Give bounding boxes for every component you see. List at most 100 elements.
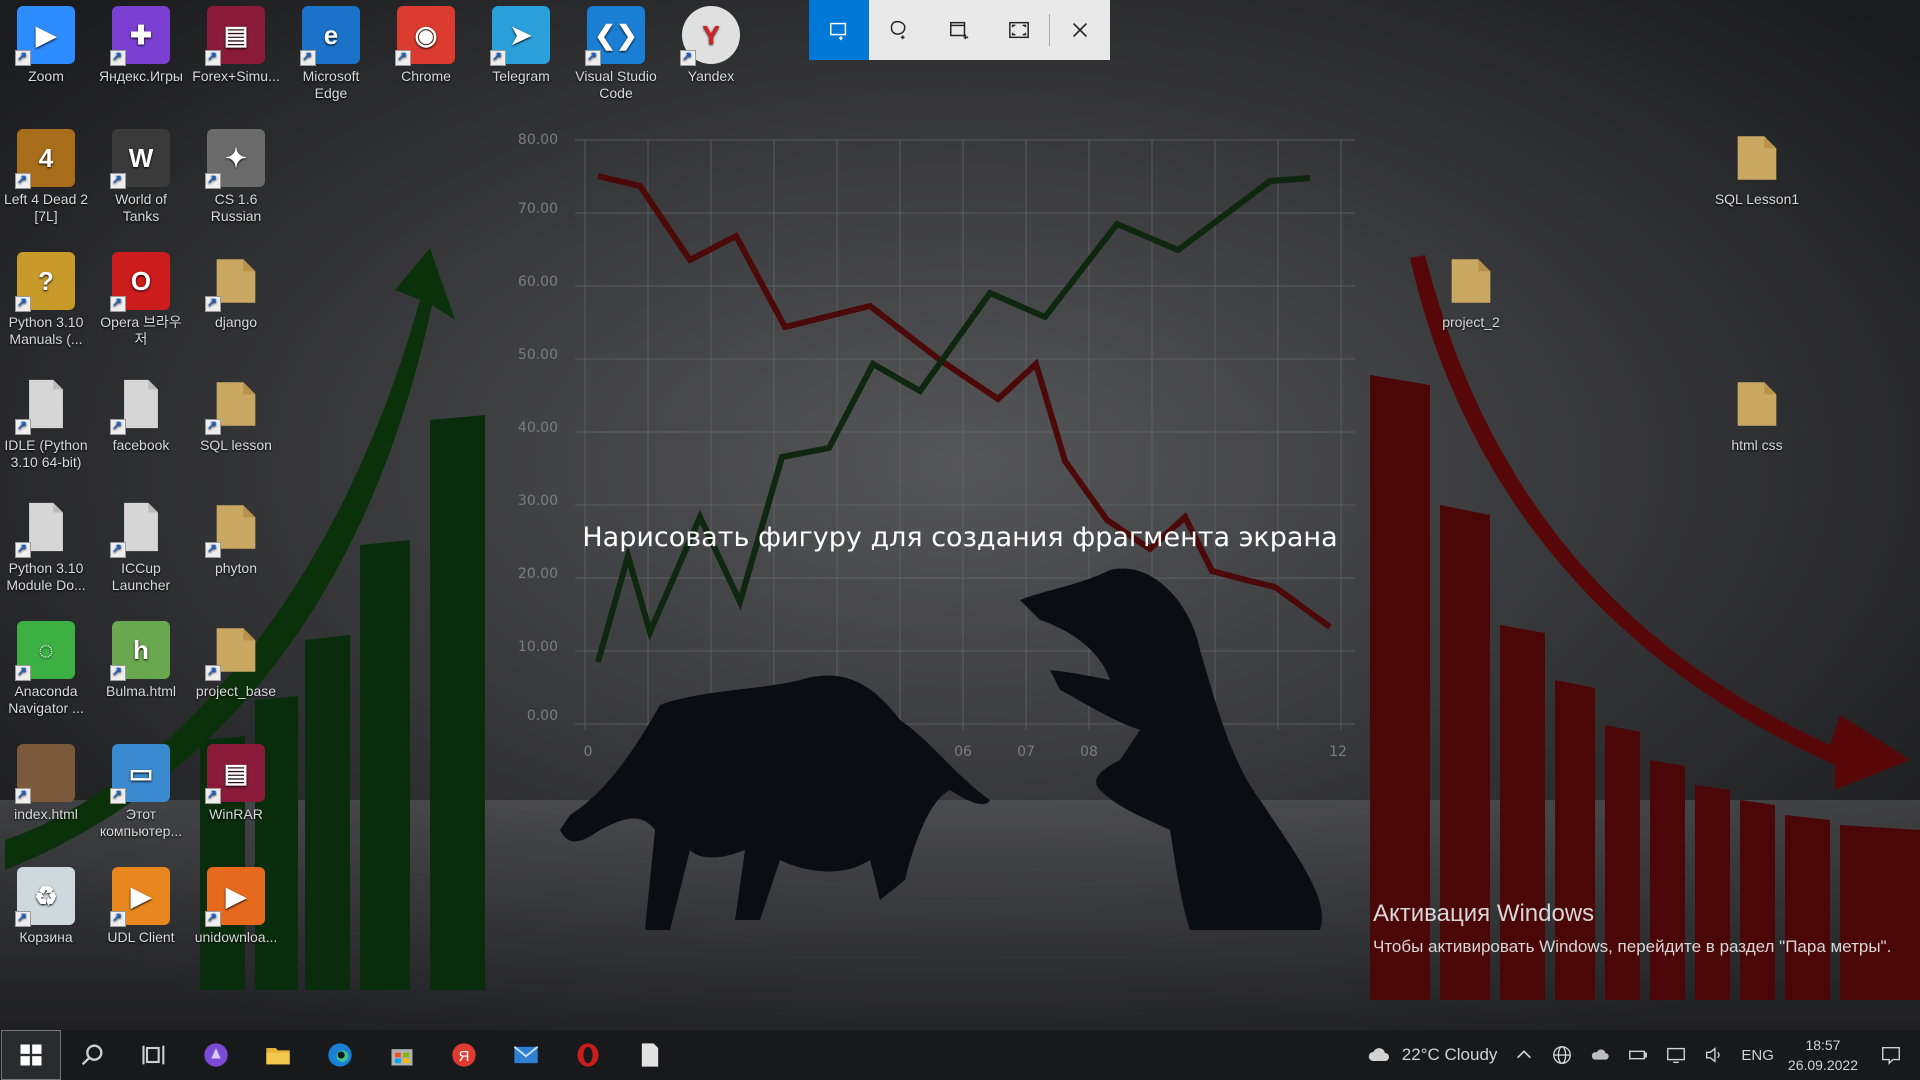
cortana-icon [204,1043,228,1067]
window-snip-button[interactable] [929,0,989,60]
desktop-icon[interactable]: ✦CS 1.6 Russian [190,123,282,241]
desktop-icon[interactable]: SQL Lesson1 [1711,123,1803,241]
cortana-button[interactable] [185,1030,247,1080]
desktop-icon[interactable]: WWorld of Tanks [95,123,187,241]
desktop-icon[interactable]: ✚ Яндекс.Игры [95,0,187,118]
desktop-icon[interactable]: ◉ Chrome [380,0,472,118]
battery-tray-icon[interactable] [1627,1044,1649,1066]
desktop-icon-label: World of Tanks [115,191,167,224]
desktop-icon-label: IDLE (Python 3.10 64-bit) [4,437,88,470]
action-center-button[interactable] [1880,1044,1902,1066]
rectangle-snip-button[interactable] [809,0,869,60]
mail-button[interactable] [495,1030,557,1080]
shortcut-arrow-icon [15,663,31,681]
monitor-icon [1667,1047,1686,1064]
volume-tray-icon[interactable] [1703,1044,1725,1066]
shortcut-arrow-icon [205,294,221,312]
desktop-icon[interactable]: project_base [190,615,282,733]
desktop-icon[interactable]: django [190,246,282,364]
desktop-icon-label: Anaconda Navigator ... [8,683,84,716]
y-tick: 60.00 [518,274,558,290]
desktop-icon[interactable]: 4Left 4 Dead 2 [7L] [0,123,92,241]
recycle-bin-icon: ♻ [15,867,75,927]
this-pc-icon: ▭ [110,744,170,804]
network-tray-icon[interactable] [1551,1044,1573,1066]
desktop-icon[interactable]: OOpera 브라우저 [95,246,187,364]
shortcut-arrow-icon [205,48,221,66]
desktop-icon[interactable]: html css [1711,369,1803,487]
clock[interactable]: 18:57 26.09.2022 [1788,1035,1858,1075]
desktop-icon[interactable]: index.html [0,738,92,856]
desktop-icon[interactable]: ▤ WinRAR [190,738,282,856]
desktop-icon-label: Python 3.10 Module Do... [6,560,86,593]
desktop-icon-label: SQL Lesson1 [1714,191,1800,207]
desktop-icon-label: Forex+Simu... [192,68,280,84]
desktop-icon-label: Telegram [492,68,550,84]
desktop-icon[interactable]: project_2 [1425,246,1517,364]
anaconda-icon: ◌ [15,621,75,681]
file-explorer-button[interactable] [247,1030,309,1080]
system-tray: 22°C Cloudy ENG 18:57 26.09.2022 [1356,1030,1920,1080]
python-help-icon: ? [15,252,75,312]
desktop-icon-label: facebook [112,437,170,453]
desktop-icon[interactable]: ▭Этот компьютер... [95,738,187,856]
task-view-button[interactable] [123,1030,185,1080]
edge-icon [328,1043,352,1067]
desktop-icon-label: phyton [214,560,258,576]
desktop-icon[interactable]: ▶ Zoom [0,0,92,118]
search-button[interactable] [61,1030,123,1080]
desktop-icon-label: Microsoft Edge [302,68,360,101]
desktop-icon[interactable]: IDLE (Python 3.10 64-bit) [0,369,92,487]
desktop-icon[interactable]: ▶ UDL Client [95,861,187,979]
telegram-icon: ➤ [490,6,550,66]
desktop-icon-label: Yandex [687,68,735,84]
desktop-icon[interactable]: ◌Anaconda Navigator ... [0,615,92,733]
fullscreen-snip-button[interactable] [989,0,1049,60]
desktop-icon[interactable]: ?Python 3.10 Manuals (... [0,246,92,364]
zoom-icon: ▶ [15,6,75,66]
store-button[interactable] [371,1030,433,1080]
language-indicator[interactable]: ENG [1741,1047,1774,1064]
file-button[interactable] [619,1030,681,1080]
yandex-button[interactable]: Я [433,1030,495,1080]
file-icon [110,375,170,435]
desktop-icon[interactable]: SQL lesson [190,369,282,487]
window-snip-icon [950,21,969,40]
show-hidden-icons[interactable] [1513,1044,1535,1066]
display-tray-icon[interactable] [1665,1044,1687,1066]
x-tick: 12 [1329,744,1347,760]
y-tick: 0.00 [527,708,558,724]
edge-button[interactable] [309,1030,371,1080]
shortcut-arrow-icon [110,417,126,435]
chevron-up-icon [1517,1050,1532,1059]
x-tick: 07 [1017,744,1035,760]
world-of-tanks-icon: W [110,129,170,189]
close-snip-button[interactable] [1050,0,1110,60]
desktop-icon[interactable]: eMicrosoft Edge [285,0,377,118]
clock-time: 18:57 [1805,1037,1841,1053]
desktop-icon[interactable]: h Bulma.html [95,615,187,733]
desktop-icon[interactable]: facebook [95,369,187,487]
desktop-icon[interactable]: ➤ Telegram [475,0,567,118]
y-tick: 70.00 [518,201,558,217]
desktop-icon[interactable]: ▤ Forex+Simu... [190,0,282,118]
freeform-snip-button[interactable] [869,0,929,60]
shortcut-arrow-icon [205,909,221,927]
fullscreen-snip-icon [1009,21,1029,39]
desktop-icon-label: Этот компьютер... [99,806,183,839]
globe-icon [1553,1046,1572,1064]
desktop-icon[interactable]: ❮❯Visual Studio Code [570,0,662,118]
shortcut-arrow-icon [205,417,221,435]
start-button[interactable] [1,1030,61,1080]
windows-activation-watermark: Активация Windows Чтобы активировать Win… [1373,900,1893,959]
desktop-icon[interactable]: Y Yandex [665,0,757,118]
desktop-icon-label: django [214,314,258,330]
desktop-icon-label: unidownloa... [194,929,278,945]
weather-widget[interactable]: 22°C Cloudy [1364,1043,1497,1067]
opera-button[interactable] [557,1030,619,1080]
snip-hint-text: Нарисовать фигуру для создания фрагмента… [582,522,1338,553]
desktop-icon[interactable]: ♻ Корзина [0,861,92,979]
desktop-icon[interactable]: ▶ unidownloa... [190,861,282,979]
onedrive-tray-icon[interactable] [1589,1044,1611,1066]
shortcut-arrow-icon [110,294,126,312]
